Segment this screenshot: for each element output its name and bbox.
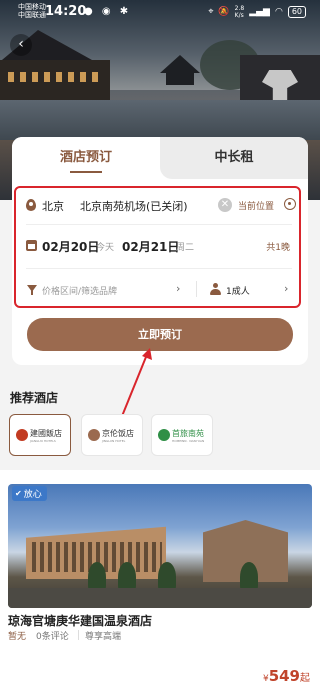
calendar-icon (26, 240, 37, 251)
booking-tabs: 中长租 酒店预订 (12, 137, 308, 179)
locate-icon[interactable] (284, 198, 296, 210)
filter-row: 价格区间/筛选品牌 › 1成人 › (26, 280, 292, 302)
brand-card-jianguo[interactable]: 建國飯店 JIANGUO HOTELS (9, 414, 71, 456)
current-location-button[interactable]: 当前位置 (238, 199, 274, 212)
brand-subtitle: JIANGUO HOTELS (30, 439, 56, 443)
network-speed: 2.8 K/s (234, 5, 245, 19)
divider (196, 281, 197, 297)
book-now-button[interactable]: 立即预订 (27, 318, 293, 351)
brand-logo-icon (158, 429, 170, 441)
nights-count: 共1晚 (266, 243, 290, 253)
chevron-right-icon[interactable]: › (284, 282, 288, 295)
filter-icon (27, 285, 37, 295)
hotel-score: 暂无 (8, 632, 27, 642)
hotel-image[interactable] (8, 484, 312, 608)
divider (78, 630, 79, 640)
shield-check-icon: ✔ (15, 489, 22, 498)
status-time: 14:20 (45, 4, 87, 19)
date-row[interactable]: 02月20日 今天 02月21日 周二 共1晚 (26, 236, 292, 258)
mute-icon: 🔕 (218, 7, 230, 17)
brand-name: 京伦饭店 (102, 429, 134, 438)
checkout-date[interactable]: 02月21日 (122, 238, 179, 255)
battery-icon: 60 (287, 6, 306, 18)
guests-selector[interactable]: 1成人 (226, 284, 250, 297)
hotel-name[interactable]: 琼海官塘庚华建国温泉酒店 (8, 612, 152, 629)
checkout-day: 周二 (176, 243, 195, 253)
brand-card-jinglun[interactable]: 京伦饭店 JINGLUN HOTEL (81, 414, 143, 456)
status-bar: 中国移动 中国联通 14:20 ● ◉ ✱ ⌖ 🔕 2.8 K/s ▂▄▆ ◠ 6… (0, 0, 320, 24)
divider (26, 224, 292, 225)
hotel-card[interactable]: ✔ 放心 琼海官塘庚华建国温泉酒店 暂无 0条评论 尊享高端 ¥549起 (0, 470, 320, 693)
trust-badge: ✔ 放心 (12, 486, 47, 501)
checkin-day: 今天 (96, 243, 115, 253)
status-system-icons: ⌖ 🔕 2.8 K/s ▂▄▆ ◠ 60 (208, 5, 306, 19)
filter-selector[interactable]: 价格区间/筛选品牌 (42, 284, 117, 297)
tab-hotel-booking[interactable]: 酒店预订 (12, 137, 160, 179)
hotel-price: ¥549起 (262, 667, 310, 685)
hotel-reviews: 0条评论 (36, 632, 69, 642)
brand-name: 建國飯店 (30, 429, 62, 438)
brand-logo-icon (88, 429, 100, 441)
brand-card-nanyuan[interactable]: 首旅南苑 HOMEINN · NANYUAN (151, 414, 213, 456)
checkin-date[interactable]: 02月20日 (42, 238, 99, 255)
recommend-title: 推荐酒店 (10, 391, 59, 405)
brand-subtitle: JINGLUN HOTEL (102, 439, 126, 443)
status-notification-icons: ● ◉ ✱ (84, 6, 132, 17)
location-status-icon: ⌖ (208, 7, 214, 17)
destination-input[interactable]: 北京南苑机场(已关闭) (80, 198, 188, 214)
brand-subtitle: HOMEINN · NANYUAN (172, 439, 205, 443)
back-button[interactable]: ‹ (10, 34, 32, 56)
person-icon (210, 283, 221, 295)
location-pin-icon (26, 199, 36, 211)
signal-icon: ▂▄▆ (249, 7, 270, 17)
divider (26, 268, 292, 269)
chevron-right-icon[interactable]: › (176, 282, 180, 295)
city-selector[interactable]: 北京 (42, 198, 64, 214)
carrier-label: 中国移动 中国联通 (18, 3, 46, 19)
clear-icon[interactable]: ✕ (218, 198, 232, 212)
brand-name: 首旅南苑 (172, 429, 204, 438)
tab-long-rent[interactable]: 中长租 (160, 137, 308, 179)
location-row[interactable]: 北京 北京南苑机场(已关闭) ✕ 当前位置 (26, 194, 296, 218)
hotel-tag: 尊享高端 (85, 632, 122, 642)
brand-logo-icon (16, 429, 28, 441)
wifi-icon: ◠ (274, 7, 283, 17)
